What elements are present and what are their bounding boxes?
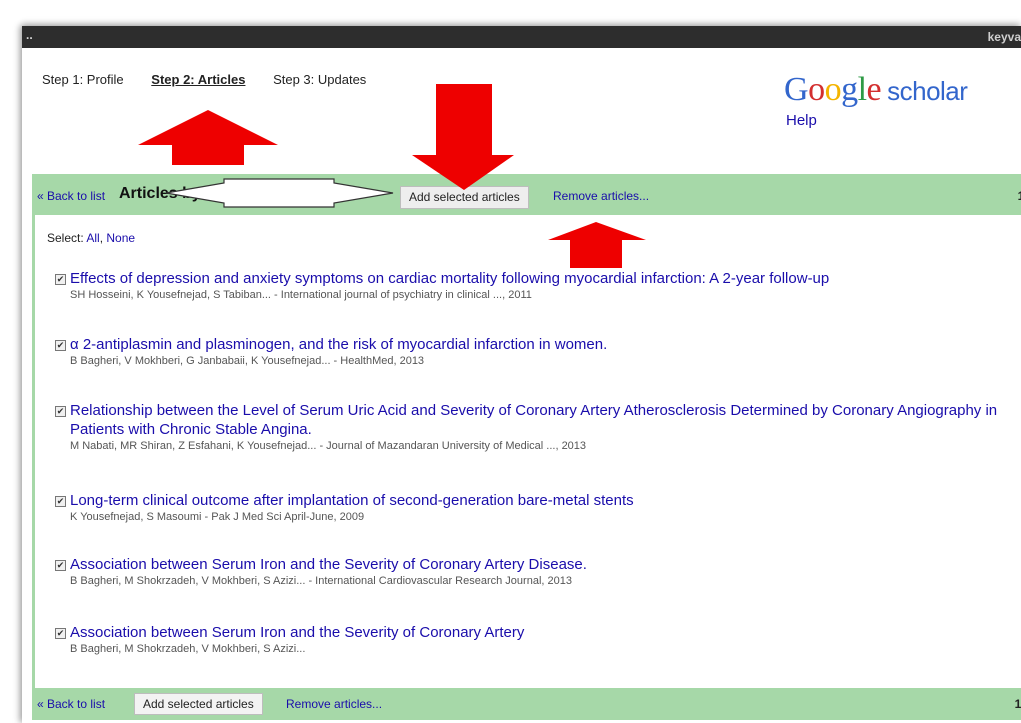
help-link[interactable]: Help bbox=[786, 112, 817, 129]
articles-toolbar: « Back to list Articles by Keyvan Yousef… bbox=[35, 177, 1021, 215]
step-nav: Step 1: Profile Step 2: Articles Step 3:… bbox=[42, 72, 390, 87]
scholar-wordmark: scholar bbox=[887, 76, 968, 106]
select-controls: Select: All, None bbox=[47, 231, 136, 245]
back-to-list-link[interactable]: « Back to list bbox=[37, 189, 105, 203]
result-count: 1-6 bbox=[1018, 189, 1021, 203]
article-meta: B Bagheri, V Mokhberi, G Janbabaii, K Yo… bbox=[70, 355, 425, 367]
bottom-back-to-list-link[interactable]: « Back to list bbox=[37, 697, 105, 711]
article-title-link[interactable]: Association between Serum Iron and the S… bbox=[70, 555, 587, 574]
list-item: ✔ Effects of depression and anxiety symp… bbox=[55, 269, 1015, 303]
list-item: ✔ Association between Serum Iron and the… bbox=[55, 623, 1015, 657]
list-item: ✔ α 2-antiplasmin and plasminogen, and t… bbox=[55, 335, 1015, 369]
list-item: ✔ Long-term clinical outcome after impla… bbox=[55, 491, 1015, 525]
remove-articles-link[interactable]: Remove articles... bbox=[553, 189, 649, 203]
step-articles[interactable]: Step 2: Articles bbox=[151, 72, 245, 87]
list-item: ✔ Association between Serum Iron and the… bbox=[55, 555, 1015, 589]
article-checkbox[interactable]: ✔ bbox=[55, 496, 66, 507]
bottom-result-count: 1-6 bbox=[1014, 697, 1021, 711]
bottom-remove-articles-link[interactable]: Remove articles... bbox=[286, 697, 382, 711]
article-meta: K Yousefnejad, S Masoumi - Pak J Med Sci… bbox=[70, 511, 365, 523]
article-title-link[interactable]: Effects of depression and anxiety sympto… bbox=[70, 269, 829, 288]
article-title-link[interactable]: Association between Serum Iron and the S… bbox=[70, 623, 524, 642]
article-title-link[interactable]: α 2-antiplasmin and plasminogen, and the… bbox=[70, 335, 607, 354]
page-title: Articles by Keyvan Yousefnejad bbox=[119, 185, 361, 202]
article-checkbox[interactable]: ✔ bbox=[55, 560, 66, 571]
google-wordmark: Google bbox=[784, 71, 882, 108]
google-scholar-logo[interactable]: Google scholar bbox=[784, 70, 968, 109]
select-label: Select: bbox=[47, 231, 84, 245]
article-checkbox[interactable]: ✔ bbox=[55, 628, 66, 639]
articles-panel: « Back to list Articles by Keyvan Yousef… bbox=[32, 174, 1021, 720]
select-none-link[interactable]: None bbox=[106, 231, 135, 245]
top-bar: .. keyva bbox=[22, 26, 1021, 48]
screenshot-frame: .. keyva Step 1: Profile Step 2: Article… bbox=[22, 26, 1021, 723]
bottom-add-selected-articles-button[interactable]: Add selected articles bbox=[134, 693, 263, 715]
list-item: ✔ Relationship between the Level of Seru… bbox=[55, 401, 1015, 454]
step-updates[interactable]: Step 3: Updates bbox=[273, 72, 366, 87]
article-checkbox[interactable]: ✔ bbox=[55, 340, 66, 351]
article-checkbox[interactable]: ✔ bbox=[55, 406, 66, 417]
bottom-toolbar: « Back to list Add selected articles Rem… bbox=[32, 688, 1021, 718]
select-all-link[interactable]: All bbox=[86, 231, 99, 245]
add-selected-articles-button[interactable]: Add selected articles bbox=[400, 186, 529, 209]
article-meta: B Bagheri, M Shokrzadeh, V Mokhberi, S A… bbox=[70, 643, 306, 655]
user-name[interactable]: keyva bbox=[988, 30, 1021, 44]
article-title-link[interactable]: Long-term clinical outcome after implant… bbox=[70, 491, 634, 510]
article-meta: B Bagheri, M Shokrzadeh, V Mokhberi, S A… bbox=[70, 575, 572, 587]
article-title-link[interactable]: Relationship between the Level of Serum … bbox=[70, 401, 1015, 439]
step-profile[interactable]: Step 1: Profile bbox=[42, 72, 124, 87]
article-meta: M Nabati, MR Shiran, Z Esfahani, K Youse… bbox=[70, 440, 587, 452]
article-meta: SH Hosseini, K Yousefnejad, S Tabiban...… bbox=[70, 289, 532, 301]
article-checkbox[interactable]: ✔ bbox=[55, 274, 66, 285]
top-bar-dots: .. bbox=[26, 28, 33, 42]
